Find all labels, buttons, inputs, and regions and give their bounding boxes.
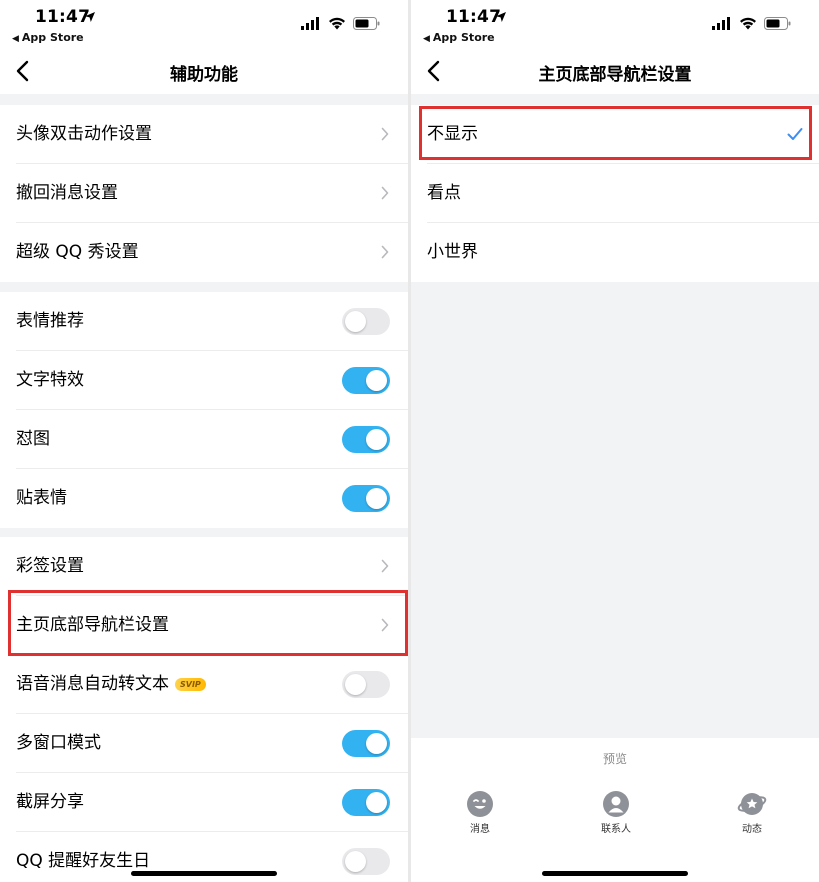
page-title: 主页底部导航栏设置 xyxy=(538,65,692,85)
row-label: 超级 QQ 秀设置 xyxy=(16,242,139,262)
back-to-app-link[interactable]: ◀ App Store xyxy=(423,31,495,44)
row-label: 头像双击动作设置 xyxy=(16,124,152,144)
option-label: 看点 xyxy=(427,183,461,203)
birthday-reminder-toggle[interactable] xyxy=(342,848,390,875)
row-label: 语音消息自动转文本 SVIP xyxy=(16,655,206,714)
option-row-kandian[interactable]: 看点 xyxy=(411,164,819,223)
settings-row-color-tag[interactable]: 彩签设置 xyxy=(0,537,408,596)
accessibility-settings-screen: 11:47 ◀ App Store 辅助功能 头像双击动作设置 撤回消息设置 超级… xyxy=(0,0,408,882)
tab-label: 动态 xyxy=(742,824,762,835)
empty-background xyxy=(411,282,819,738)
row-label: 贴表情 xyxy=(16,488,67,508)
chevron-right-icon xyxy=(381,186,389,200)
preview-tab-dynamic: 动态 xyxy=(722,790,782,835)
settings-row-duitu: 怼图 xyxy=(0,410,408,469)
row-label: 截屏分享 xyxy=(16,792,84,812)
settings-row-sticker-recommend: 表情推荐 xyxy=(0,292,408,351)
row-label: 文字特效 xyxy=(16,370,84,390)
navigation-bar: 辅助功能 xyxy=(0,48,408,94)
svip-badge: SVIP xyxy=(175,678,206,691)
settings-row-text-effects: 文字特效 xyxy=(0,351,408,410)
settings-row-recall-message[interactable]: 撤回消息设置 xyxy=(0,164,408,223)
home-indicator xyxy=(542,871,688,876)
home-indicator xyxy=(131,871,277,876)
option-row-hide[interactable]: 不显示 xyxy=(411,105,819,164)
message-face-icon xyxy=(467,791,493,817)
toggle-knob xyxy=(366,733,387,754)
status-time: 11:47 xyxy=(35,7,91,27)
chevron-right-icon xyxy=(381,618,389,632)
home-nav-settings-screen: 11:47 ◀ App Store 主页底部导航栏设置 不显示 看点 小世界 预览 xyxy=(411,0,819,882)
row-label: 怼图 xyxy=(16,429,50,449)
row-label: 彩签设置 xyxy=(16,556,84,576)
option-label: 小世界 xyxy=(427,242,478,262)
preview-label: 预览 xyxy=(602,752,627,766)
group-gap xyxy=(0,282,408,292)
option-row-small-world[interactable]: 小世界 xyxy=(411,223,819,282)
status-time: 11:47 xyxy=(446,7,502,27)
settings-row-super-qq-show[interactable]: 超级 QQ 秀设置 xyxy=(0,223,408,282)
location-arrow-icon xyxy=(496,12,506,22)
preview-tab-contacts: 联系人 xyxy=(586,790,646,835)
nav-preview: 预览 消息 联系人 动态 xyxy=(411,738,819,882)
page-title: 辅助功能 xyxy=(170,65,238,85)
group-gap xyxy=(0,94,408,105)
sticker-recommend-toggle[interactable] xyxy=(342,308,390,335)
tab-label: 联系人 xyxy=(601,824,631,835)
status-icons xyxy=(712,17,791,30)
chevron-right-icon xyxy=(381,127,389,141)
battery-icon xyxy=(764,17,791,30)
group-gap xyxy=(411,94,819,105)
settings-row-avatar-double-tap[interactable]: 头像双击动作设置 xyxy=(0,105,408,164)
toggle-knob xyxy=(366,792,387,813)
preview-tab-messages: 消息 xyxy=(450,790,510,835)
settings-row-voice-to-text: 语音消息自动转文本 SVIP xyxy=(0,655,408,714)
row-label: 主页底部导航栏设置 xyxy=(16,615,169,635)
battery-icon xyxy=(353,17,380,30)
status-bar: 11:47 ◀ App Store xyxy=(0,0,408,48)
option-label: 不显示 xyxy=(427,124,478,144)
toggle-knob xyxy=(366,429,387,450)
location-arrow-icon xyxy=(85,12,95,22)
settings-row-paste-sticker: 贴表情 xyxy=(0,469,408,528)
paste-sticker-toggle[interactable] xyxy=(342,485,390,512)
contacts-person-icon xyxy=(603,791,629,817)
back-to-app-link[interactable]: ◀ App Store xyxy=(12,31,84,44)
toggle-knob xyxy=(366,488,387,509)
wifi-icon xyxy=(740,17,756,30)
settings-row-multi-window: 多窗口模式 xyxy=(0,714,408,773)
row-label: 撤回消息设置 xyxy=(16,183,118,203)
back-app-label: App Store xyxy=(21,31,84,44)
row-label: QQ 提醒好友生日 xyxy=(16,851,151,871)
toggle-knob xyxy=(345,851,366,872)
screenshot-share-toggle[interactable] xyxy=(342,789,390,816)
row-label: 多窗口模式 xyxy=(16,733,101,753)
checkmark-icon xyxy=(787,128,803,140)
toggle-knob xyxy=(345,311,366,332)
navigation-bar: 主页底部导航栏设置 xyxy=(411,48,819,94)
settings-row-home-bottom-nav[interactable]: 主页底部导航栏设置 xyxy=(0,596,408,655)
dynamic-planet-icon xyxy=(737,793,767,815)
duitu-toggle[interactable] xyxy=(342,426,390,453)
signal-icon xyxy=(301,17,319,30)
chevron-right-icon xyxy=(381,245,389,259)
chevron-right-icon xyxy=(381,559,389,573)
voice-to-text-toggle[interactable] xyxy=(342,671,390,698)
toggle-knob xyxy=(345,674,366,695)
signal-icon xyxy=(712,17,730,30)
group-gap xyxy=(0,528,408,537)
row-label: 表情推荐 xyxy=(16,311,84,331)
status-icons xyxy=(301,17,380,30)
wifi-icon xyxy=(329,17,345,30)
settings-row-screenshot-share: 截屏分享 xyxy=(0,773,408,832)
text-effects-toggle[interactable] xyxy=(342,367,390,394)
back-app-label: App Store xyxy=(432,31,495,44)
toggle-knob xyxy=(366,370,387,391)
status-bar: 11:47 ◀ App Store xyxy=(411,0,819,48)
tab-label: 消息 xyxy=(470,824,490,835)
multi-window-toggle[interactable] xyxy=(342,730,390,757)
voice-to-text-label: 语音消息自动转文本 xyxy=(16,674,169,694)
